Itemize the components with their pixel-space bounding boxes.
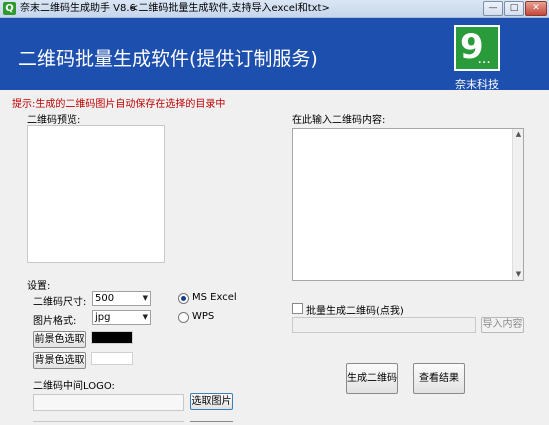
format-select[interactable]: jpg ▼ bbox=[92, 310, 151, 325]
choose-image-button[interactable]: 选取图片 bbox=[190, 393, 233, 410]
foreground-color-button[interactable]: 前景色选取 bbox=[33, 331, 86, 348]
batch-label[interactable]: 批量生成二维码(点我) bbox=[306, 302, 404, 317]
settings-label: 设置: bbox=[27, 281, 51, 292]
minimize-button[interactable]: — bbox=[483, 1, 503, 16]
scroll-up-icon[interactable]: ▲ bbox=[513, 129, 524, 140]
qr-preview bbox=[27, 125, 165, 263]
content-label: 在此输入二维码内容: bbox=[292, 115, 386, 126]
window-title: 奈末二维码生成助手 V8.6 bbox=[20, 3, 136, 14]
wps-radio[interactable] bbox=[178, 312, 189, 323]
format-value: jpg bbox=[95, 312, 111, 323]
size-select[interactable]: 500 ▼ bbox=[92, 291, 151, 306]
chevron-down-icon: ▼ bbox=[142, 294, 148, 302]
window-subtitle: <二维码批量生成软件,支持导入excel和txt> bbox=[130, 3, 330, 14]
qr-content-input[interactable] bbox=[292, 128, 524, 281]
banner-title: 二维码批量生成软件(提供订制服务) bbox=[18, 48, 318, 70]
close-button[interactable]: ✕ bbox=[525, 1, 547, 16]
ms-excel-radio[interactable] bbox=[178, 293, 189, 304]
foreground-color-swatch bbox=[91, 331, 133, 344]
background-color-button[interactable]: 背景色选取 bbox=[33, 352, 86, 369]
content-scrollbar[interactable]: ▲ ▼ bbox=[512, 129, 523, 280]
logo-label: 二维码中间LOGO: bbox=[33, 381, 115, 392]
background-color-swatch bbox=[91, 352, 133, 365]
format-label: 图片格式: bbox=[33, 316, 77, 327]
preview-label: 二维码预览: bbox=[27, 115, 81, 126]
import-path-field bbox=[292, 317, 476, 333]
scroll-down-icon[interactable]: ▼ bbox=[513, 269, 524, 280]
generate-qr-button[interactable]: 生成二维码 bbox=[346, 363, 398, 394]
next-button-edge bbox=[190, 421, 233, 425]
logo-path-field[interactable] bbox=[33, 394, 184, 411]
company-logo: 9 bbox=[454, 25, 500, 71]
ms-excel-label[interactable]: MS Excel bbox=[192, 292, 237, 303]
batch-checkbox[interactable] bbox=[292, 303, 303, 314]
view-results-button[interactable]: 查看结果 bbox=[413, 363, 465, 394]
app-icon: Q bbox=[3, 2, 16, 15]
logo-dots: ... bbox=[478, 56, 492, 66]
next-field-edge bbox=[33, 421, 184, 425]
title-bar[interactable]: Q 奈末二维码生成助手 V8.6 <二维码批量生成软件,支持导入excel和tx… bbox=[0, 0, 549, 18]
size-label: 二维码尺寸: bbox=[33, 297, 87, 308]
save-tip: 提示:生成的二维码图片自动保存在选择的目录中 bbox=[12, 99, 226, 110]
import-content-button[interactable]: 导入内容 bbox=[481, 317, 524, 333]
chevron-down-icon: ▼ bbox=[142, 313, 148, 321]
size-value: 500 bbox=[95, 293, 115, 304]
wps-label[interactable]: WPS bbox=[192, 311, 214, 322]
maximize-button[interactable]: □ bbox=[504, 1, 524, 16]
company-name: 奈末科技 bbox=[455, 78, 499, 91]
